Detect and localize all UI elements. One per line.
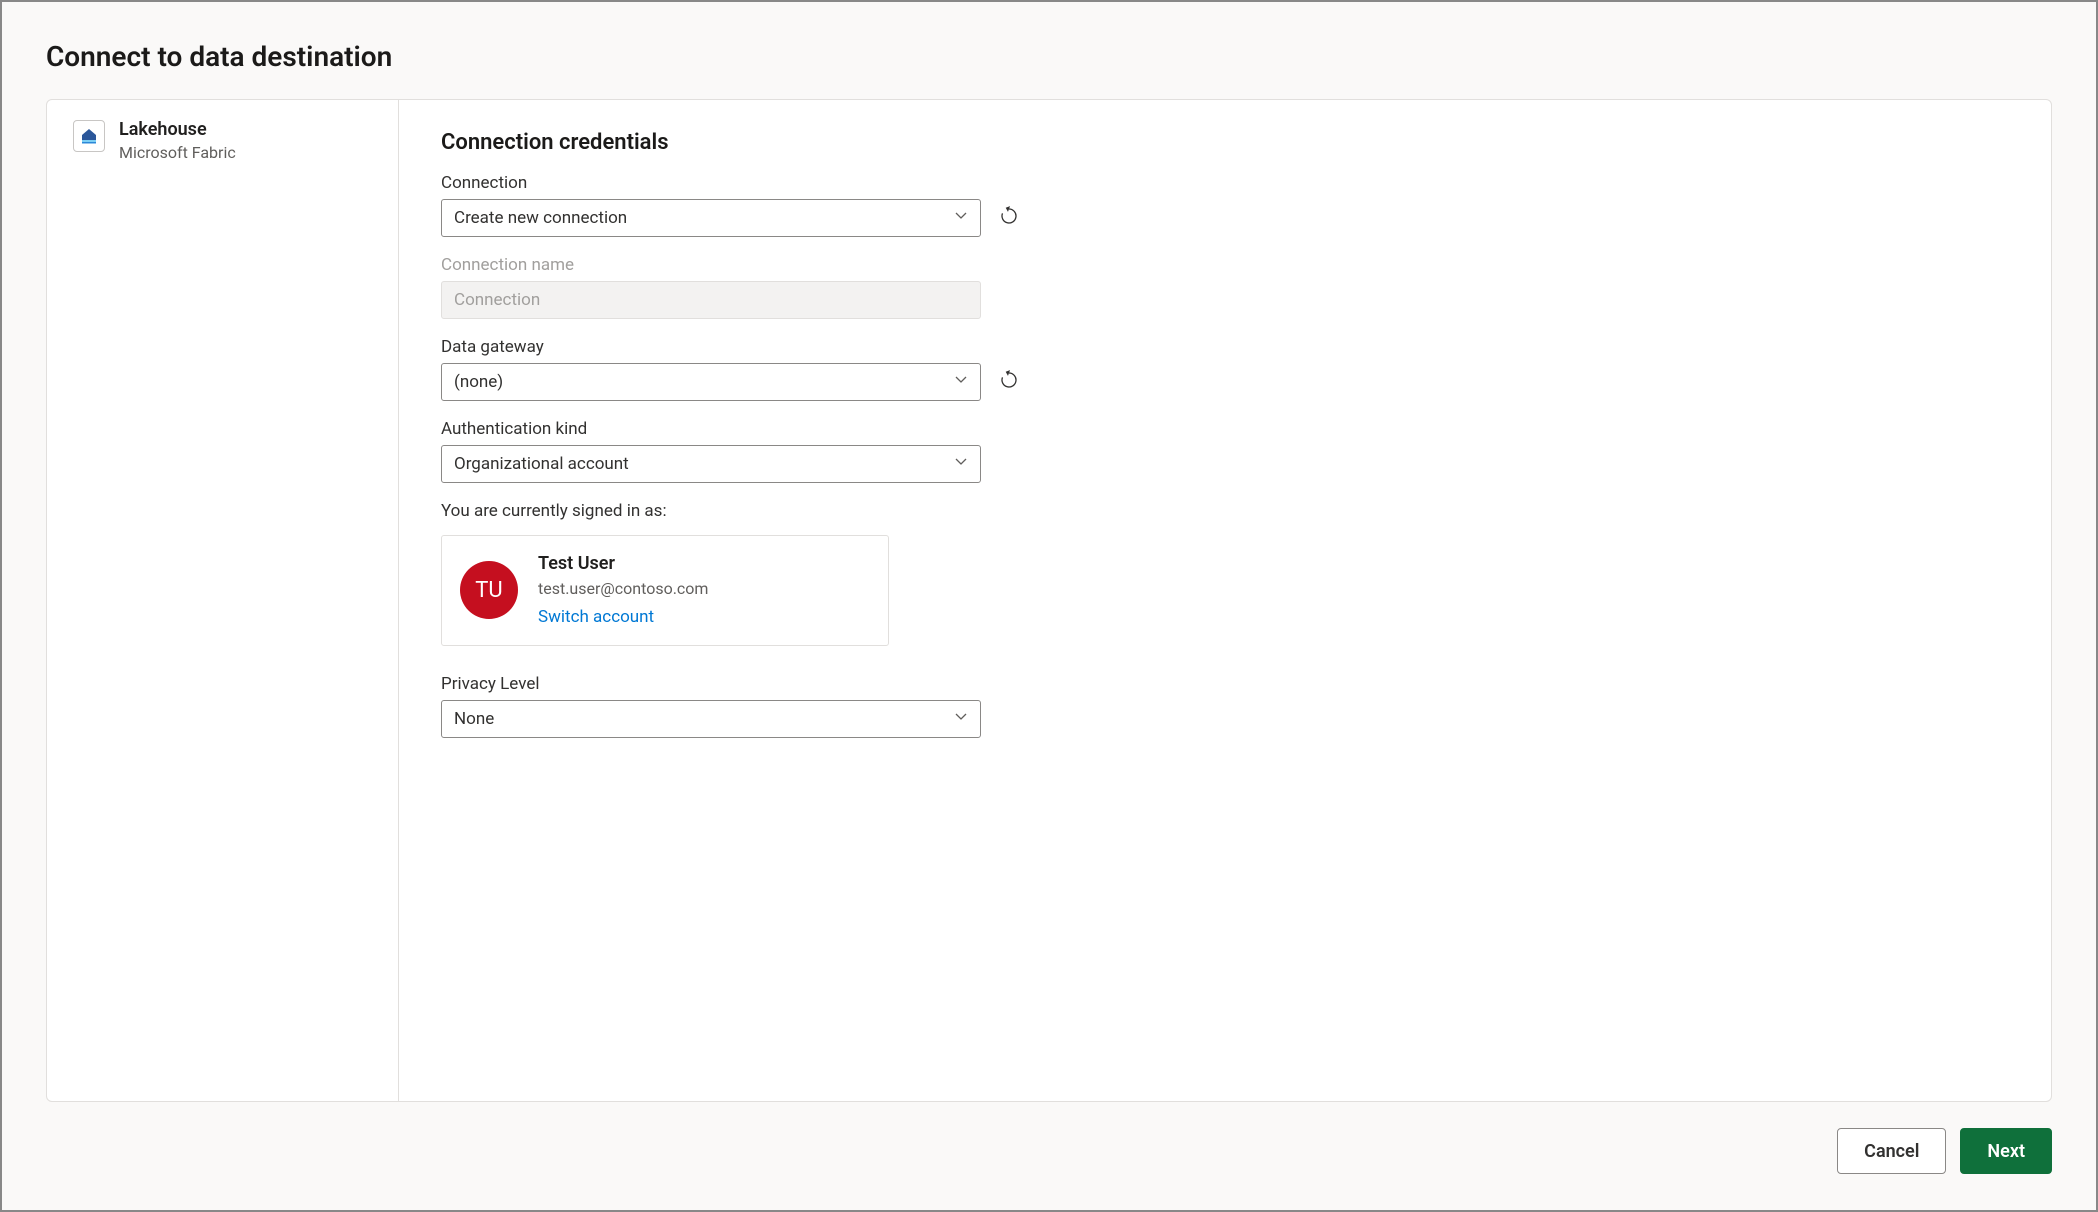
connection-name-label: Connection name [441, 255, 2009, 275]
connection-refresh-button[interactable] [995, 204, 1023, 232]
chevron-down-icon [954, 709, 968, 729]
lakehouse-icon [73, 120, 105, 152]
refresh-icon [999, 206, 1019, 230]
privacy-level-value: None [454, 709, 494, 729]
refresh-icon [999, 370, 1019, 394]
data-gateway-label: Data gateway [441, 337, 2009, 357]
content-card: Lakehouse Microsoft Fabric Connection cr… [46, 99, 2052, 1102]
connection-select[interactable]: Create new connection [441, 199, 981, 237]
auth-kind-value: Organizational account [454, 454, 629, 474]
cancel-button[interactable]: Cancel [1837, 1128, 1946, 1174]
chevron-down-icon [954, 454, 968, 474]
dialog-title: Connect to data destination [6, 6, 2092, 99]
sidebar-item-sublabel: Microsoft Fabric [119, 142, 236, 164]
destination-sidebar: Lakehouse Microsoft Fabric [47, 100, 399, 1101]
dialog-footer: Cancel Next [6, 1102, 2092, 1206]
user-email: test.user@contoso.com [538, 577, 708, 601]
data-gateway-value: (none) [454, 372, 503, 392]
sidebar-item-label: Lakehouse [119, 118, 236, 142]
section-title: Connection credentials [441, 130, 2009, 155]
connect-destination-dialog: Connect to data destination Lakehouse Mi… [6, 6, 2092, 1206]
user-name: Test User [538, 550, 708, 577]
privacy-level-select[interactable]: None [441, 700, 981, 738]
switch-account-link[interactable]: Switch account [538, 605, 708, 631]
connection-value: Create new connection [454, 208, 627, 228]
sidebar-item-text: Lakehouse Microsoft Fabric [119, 118, 236, 164]
main-panel: Connection credentials Connection Create… [399, 100, 2051, 1101]
signed-in-label: You are currently signed in as: [441, 501, 2009, 521]
privacy-level-label: Privacy Level [441, 674, 2009, 694]
chevron-down-icon [954, 372, 968, 392]
auth-kind-select[interactable]: Organizational account [441, 445, 981, 483]
next-button[interactable]: Next [1960, 1128, 2052, 1174]
sidebar-item-lakehouse[interactable]: Lakehouse Microsoft Fabric [73, 118, 372, 164]
user-info: Test User test.user@contoso.com Switch a… [538, 550, 708, 631]
auth-kind-label: Authentication kind [441, 419, 2009, 439]
connection-name-placeholder: Connection [454, 290, 540, 310]
chevron-down-icon [954, 208, 968, 228]
connection-label: Connection [441, 173, 2009, 193]
data-gateway-refresh-button[interactable] [995, 368, 1023, 396]
connection-name-input: Connection [441, 281, 981, 319]
avatar: TU [460, 561, 518, 619]
user-card: TU Test User test.user@contoso.com Switc… [441, 535, 889, 646]
data-gateway-select[interactable]: (none) [441, 363, 981, 401]
